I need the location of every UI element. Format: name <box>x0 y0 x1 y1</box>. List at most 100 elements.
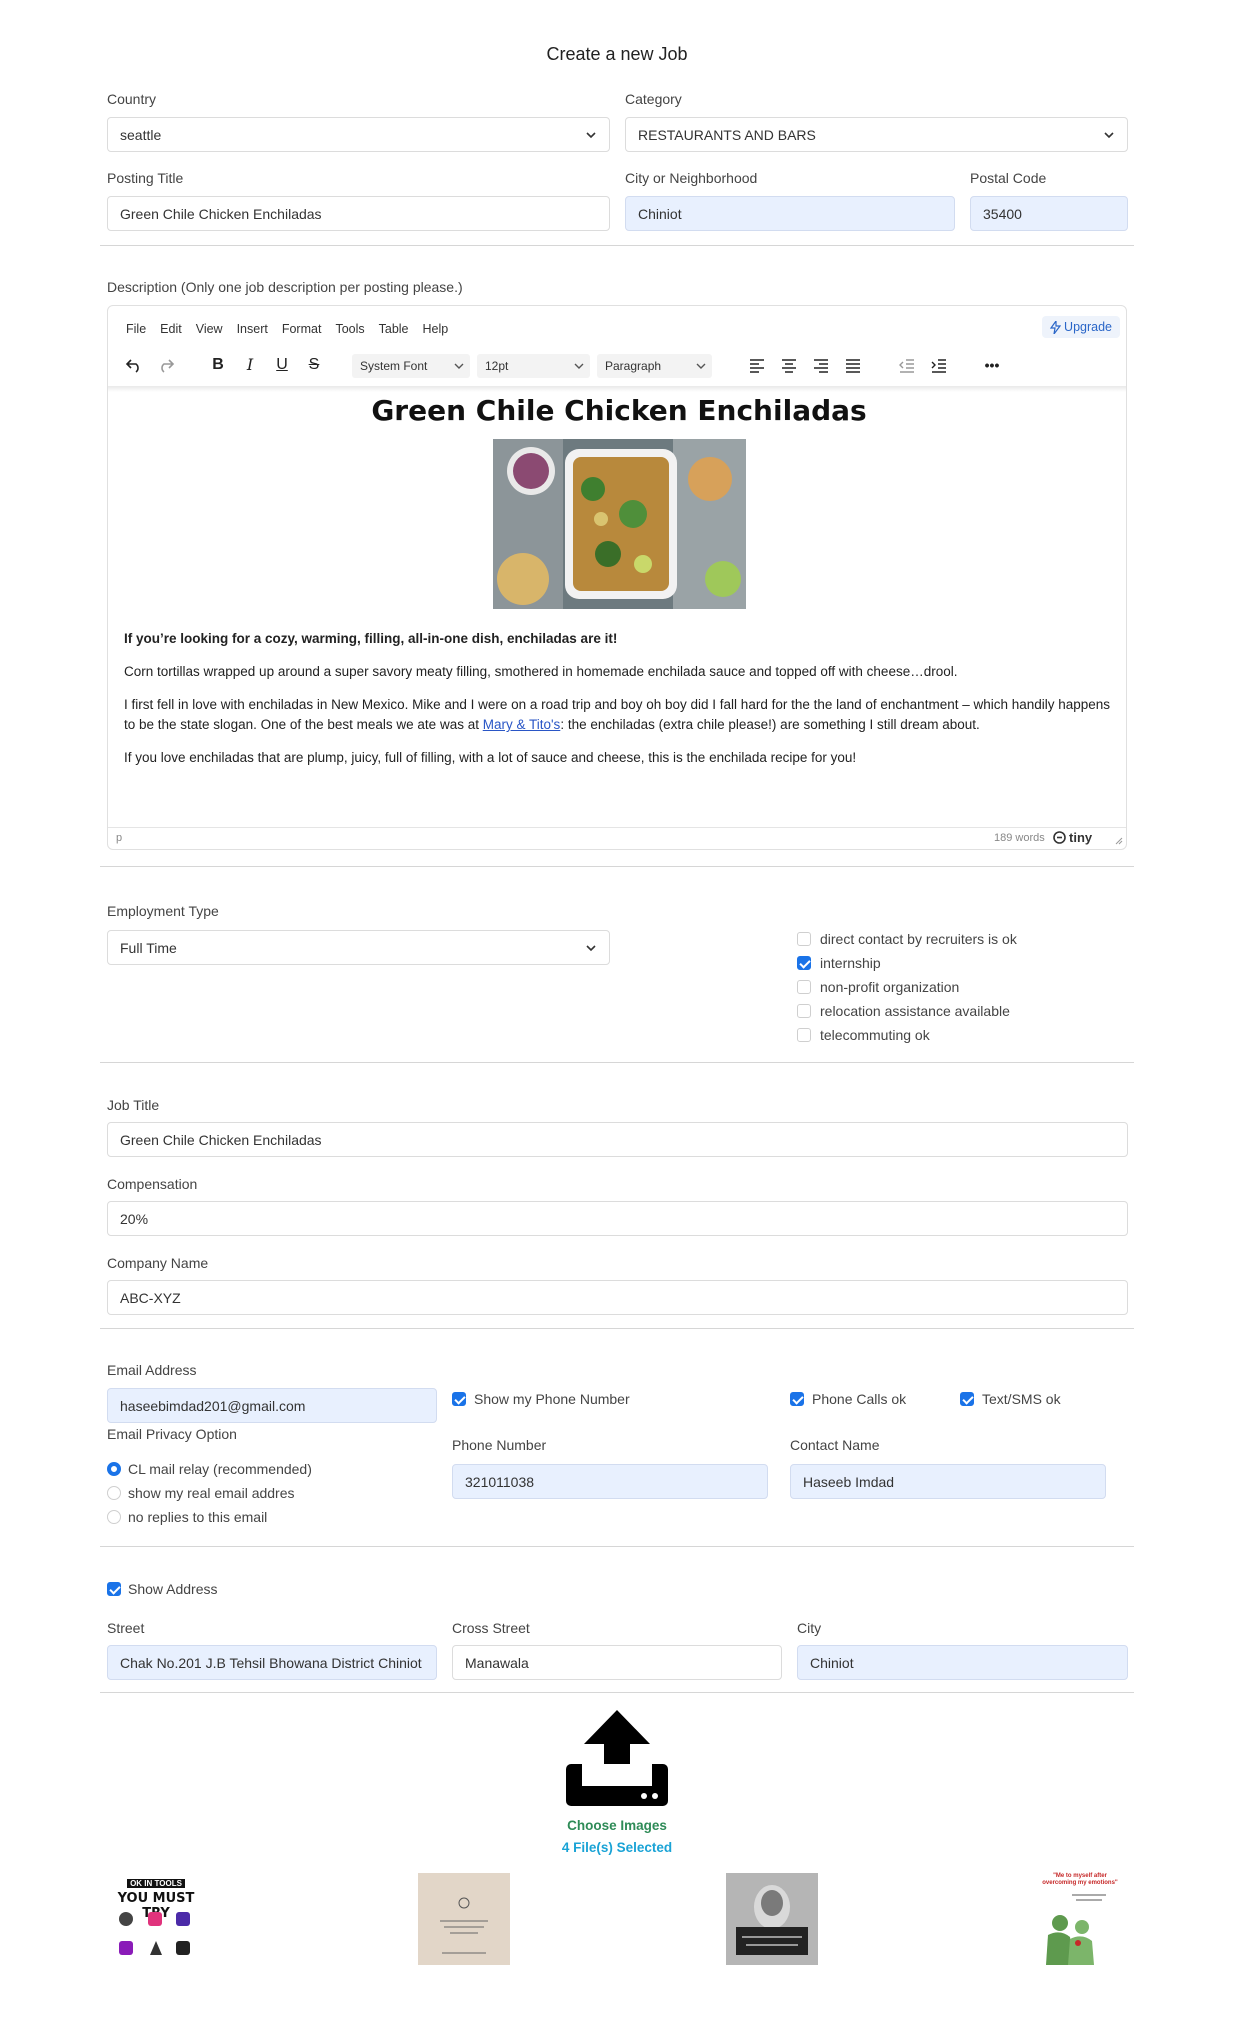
upgrade-label: Upgrade <box>1064 320 1112 334</box>
divider <box>100 866 1134 867</box>
paragraph-1: Corn tortillas wrapped up around a super… <box>124 664 958 679</box>
compensation-input[interactable]: 20% <box>107 1201 1128 1236</box>
portrait-graphic <box>726 1873 818 1965</box>
align-right-icon[interactable] <box>812 356 830 374</box>
internship-label: internship <box>820 955 881 971</box>
element-path[interactable]: p <box>116 832 122 844</box>
menu-insert[interactable]: Insert <box>237 322 268 336</box>
more-icon[interactable]: ••• <box>983 356 1001 374</box>
word-count[interactable]: 189 words <box>994 832 1045 844</box>
street-input[interactable]: Chak No.201 J.B Tehsil Bhowana District … <box>107 1645 437 1680</box>
menu-tools[interactable]: Tools <box>335 322 364 336</box>
phone-calls-checkbox[interactable] <box>790 1392 804 1406</box>
outdent-icon[interactable] <box>898 356 916 374</box>
uploaded-image-thumbnail <box>418 1873 510 1965</box>
city-neighborhood-input[interactable]: Chiniot <box>625 196 955 231</box>
chevron-down-icon <box>586 132 596 139</box>
menu-edit[interactable]: Edit <box>160 322 182 336</box>
indent-icon[interactable] <box>930 356 948 374</box>
address-city-input[interactable]: Chiniot <box>797 1645 1128 1680</box>
rich-text-editor[interactable]: File Edit View Insert Format Tools Table… <box>107 305 1127 850</box>
choose-images-label[interactable]: Choose Images <box>0 1818 1234 1833</box>
non-profit-checkbox[interactable] <box>797 980 811 994</box>
email-label: Email Address <box>107 1362 197 1378</box>
align-left-icon[interactable] <box>748 356 766 374</box>
employment-type-select[interactable]: Full Time <box>107 930 610 965</box>
block-format-value: Paragraph <box>605 359 662 373</box>
bold-icon[interactable]: B <box>209 356 227 374</box>
menu-view[interactable]: View <box>196 322 223 336</box>
font-size-select[interactable]: 12pt <box>477 354 590 378</box>
strikethrough-icon[interactable]: S <box>305 356 323 374</box>
editor-content[interactable]: Green Chile Chicken Enchiladas If you’re… <box>124 394 1114 781</box>
align-center-icon[interactable] <box>780 356 798 374</box>
recipe-heading: Green Chile Chicken Enchiladas <box>371 394 867 427</box>
direct-contact-checkbox[interactable] <box>797 932 811 946</box>
font-family-value: System Font <box>360 359 428 373</box>
undo-icon[interactable] <box>125 356 143 374</box>
relocation-checkbox[interactable] <box>797 1004 811 1018</box>
editor-menubar: File Edit View Insert Format Tools Table… <box>126 322 448 336</box>
enchiladas-image <box>492 439 746 609</box>
phone-calls-label: Phone Calls ok <box>812 1391 907 1407</box>
show-address-label: Show Address <box>128 1581 218 1597</box>
tiny-brand[interactable]: tiny <box>1053 830 1092 845</box>
text-sms-label: Text/SMS ok <box>982 1391 1061 1407</box>
privacy-real-email-label: show my real email addres <box>128 1485 295 1501</box>
menu-file[interactable]: File <box>126 322 146 336</box>
company-name-input[interactable]: ABC-XYZ <box>107 1280 1128 1315</box>
privacy-real-email-radio[interactable] <box>107 1486 121 1500</box>
telecommuting-checkbox[interactable] <box>797 1028 811 1042</box>
font-family-select[interactable]: System Font <box>352 354 470 378</box>
privacy-relay-radio[interactable] <box>107 1462 121 1476</box>
resize-handle-icon[interactable] <box>1115 837 1123 845</box>
paragraph-2: I first fell in love with enchiladas in … <box>124 695 1114 735</box>
menu-help[interactable]: Help <box>423 322 449 336</box>
cross-street-input[interactable]: Manawala <box>452 1645 782 1680</box>
divider <box>100 245 1134 246</box>
text-sms-checkbox[interactable] <box>960 1392 974 1406</box>
show-address-checkbox[interactable] <box>107 1582 121 1596</box>
compensation-label: Compensation <box>107 1176 198 1192</box>
country-value: seattle <box>120 126 162 143</box>
italic-icon[interactable]: I <box>241 356 259 374</box>
show-phone-checkbox[interactable] <box>452 1392 466 1406</box>
cross-street-label: Cross Street <box>452 1620 530 1636</box>
email-input[interactable]: haseebimdad201@gmail.com <box>107 1388 437 1423</box>
menu-table[interactable]: Table <box>379 322 409 336</box>
privacy-no-replies-label: no replies to this email <box>128 1509 268 1525</box>
upgrade-button[interactable]: Upgrade <box>1042 316 1120 338</box>
chevron-down-icon <box>586 945 596 952</box>
chevron-down-icon <box>574 363 584 369</box>
quote-card-graphic <box>440 1897 488 1954</box>
paragraph-2-end: : the enchiladas (extra chile please!) a… <box>560 717 980 732</box>
country-select[interactable]: seattle <box>107 117 610 152</box>
employment-type-value: Full Time <box>120 939 177 956</box>
posting-title-input[interactable]: Green Chile Chicken Enchiladas <box>107 196 610 231</box>
contact-name-input[interactable]: Haseeb Imdad <box>790 1464 1106 1499</box>
employment-type-label: Employment Type <box>107 903 219 919</box>
underline-icon[interactable]: U <box>273 356 291 374</box>
phone-number-input[interactable]: 321011038 <box>452 1464 768 1499</box>
postal-code-label: Postal Code <box>970 170 1047 186</box>
company-name-label: Company Name <box>107 1255 209 1271</box>
menu-format[interactable]: Format <box>282 322 322 336</box>
contact-name-label: Contact Name <box>790 1437 880 1453</box>
uploaded-image-thumbnail: OK IN TOOLS YOU MUST TRY <box>110 1873 202 1965</box>
direct-contact-label: direct contact by recruiters is ok <box>820 931 1017 947</box>
internship-checkbox[interactable] <box>797 956 811 970</box>
redo-icon[interactable] <box>157 356 175 374</box>
align-justify-icon[interactable] <box>844 356 862 374</box>
marys-titos-link[interactable]: Mary & Tito's <box>483 717 561 732</box>
category-label: Category <box>625 91 682 107</box>
thumbnail-tag: OK IN TOOLS <box>127 1879 185 1888</box>
job-title-input[interactable]: Green Chile Chicken Enchiladas <box>107 1122 1128 1157</box>
block-format-select[interactable]: Paragraph <box>597 354 712 378</box>
postal-code-input[interactable]: 35400 <box>970 196 1128 231</box>
street-label: Street <box>107 1620 145 1636</box>
phone-number-label: Phone Number <box>452 1437 547 1453</box>
privacy-no-replies-radio[interactable] <box>107 1510 121 1524</box>
upload-icon[interactable] <box>566 1708 668 1806</box>
category-select[interactable]: RESTAURANTS AND BARS <box>625 117 1128 152</box>
files-selected-label: 4 File(s) Selected <box>561 1840 673 1855</box>
